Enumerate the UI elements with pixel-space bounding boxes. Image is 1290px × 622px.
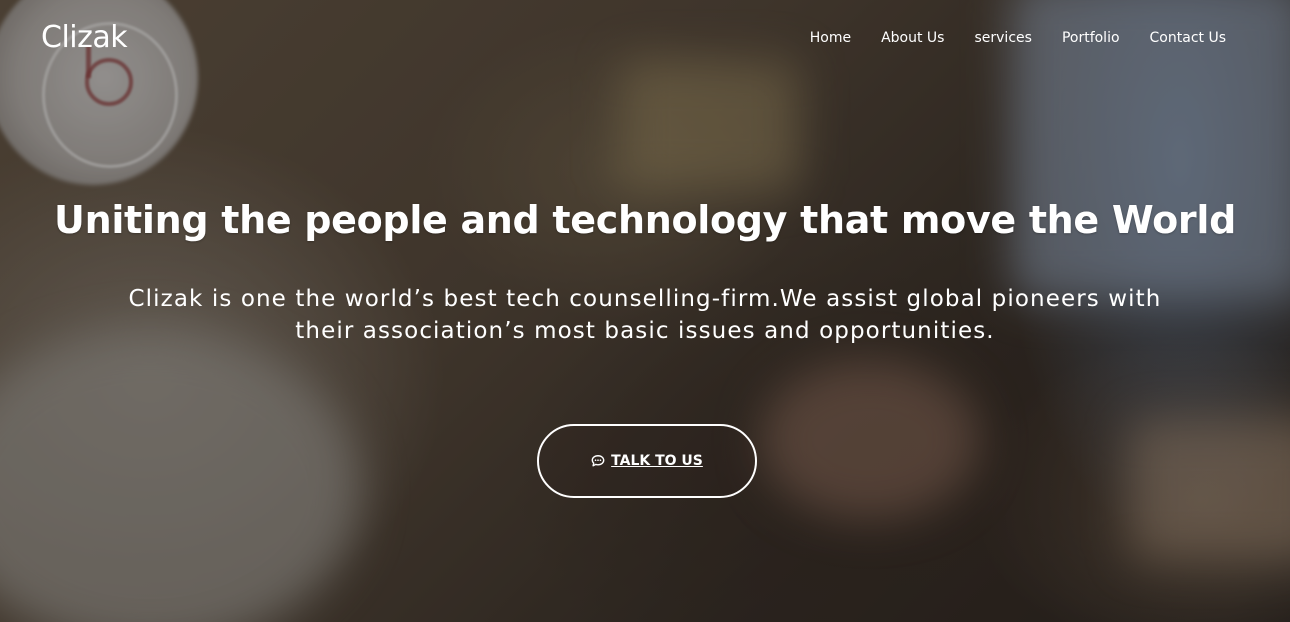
nav-link-services[interactable]: services — [974, 30, 1031, 46]
talk-to-us-label: TALK TO US — [611, 453, 703, 469]
hero-subtext: Clizak is one the world’s best tech coun… — [128, 286, 1162, 344]
nav-item-about: About Us — [881, 29, 944, 47]
brand-logo[interactable]: Clizak — [41, 20, 128, 55]
nav-link-contact[interactable]: Contact Us — [1150, 30, 1226, 46]
nav-link-portfolio[interactable]: Portfolio — [1062, 30, 1120, 46]
hero-section: Clizak Home About Us services Portfolio … — [0, 0, 1290, 622]
nav-item-services: services — [974, 29, 1031, 47]
comment-icon — [591, 454, 605, 468]
talk-to-us-button[interactable]: TALK TO US — [537, 424, 757, 498]
top-navbar: Clizak Home About Us services Portfolio … — [0, 0, 1290, 76]
nav-link-home[interactable]: Home — [810, 30, 851, 46]
nav-item-home: Home — [810, 29, 851, 47]
hero-headline: Uniting the people and technology that m… — [54, 198, 1236, 242]
nav-link-about[interactable]: About Us — [881, 30, 944, 46]
nav-item-contact: Contact Us — [1150, 29, 1226, 47]
nav-item-portfolio: Portfolio — [1062, 29, 1120, 47]
nav-menu: Home About Us services Portfolio Contact… — [780, 29, 1226, 47]
